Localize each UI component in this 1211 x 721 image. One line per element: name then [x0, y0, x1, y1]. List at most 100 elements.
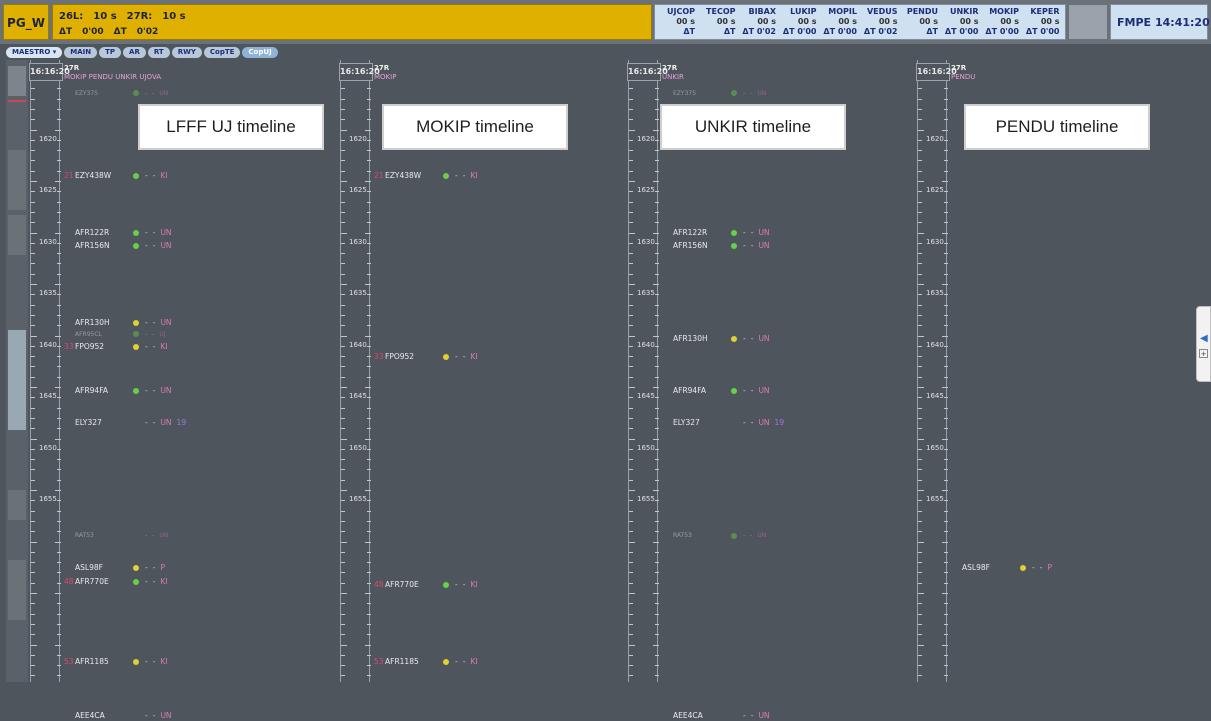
fix-panel[interactable]: UJCOP 00 s ΔT TECOP 00 s ΔT BIBAX 00 s ΔT 0'02 LU…: [654, 4, 1066, 40]
flight-label[interactable]: AFR95CL - - UJ: [64, 330, 166, 340]
scale-tick: [918, 510, 922, 512]
flight-label[interactable]: 21EZY438W - - KI: [64, 171, 168, 181]
scale-tick: [341, 263, 345, 265]
flight-label[interactable]: AFR122R - - UN: [64, 228, 172, 238]
flight-label[interactable]: RAT53- - UN: [662, 531, 766, 541]
flight-label[interactable]: AFR156N - - UN: [662, 241, 770, 251]
scale-tick: [629, 314, 633, 316]
fix-name: MOKIP: [989, 7, 1019, 16]
timeline-runway: 27R: [374, 64, 390, 72]
tab-copte[interactable]: CopTE: [203, 47, 241, 58]
time-scale[interactable]: 16:16:20 1620 1625 1630 1635 1640 1645 1650 1655: [339, 60, 380, 682]
flight-label[interactable]: 53AFR1185- - KI: [374, 657, 478, 667]
sector-label[interactable]: PG_W: [3, 4, 49, 40]
timeline-column[interactable]: 16:16:20 1620 1625 1630 1635 1640 1645 1650 1655…: [339, 60, 600, 682]
flight-label[interactable]: 48AFR770E - - KI: [374, 580, 478, 590]
dash-separator: -: [750, 386, 754, 396]
status-dot-icon: [133, 713, 139, 719]
flight-label[interactable]: 53AFR1185- - KI: [64, 657, 168, 667]
scale-tick: [944, 469, 948, 471]
scale-tick: [31, 417, 35, 419]
scale-tick: [629, 284, 635, 285]
fix-cell[interactable]: PENDU 00 s ΔT: [900, 7, 938, 39]
timeline-caption: MOKIP timeline: [382, 104, 568, 150]
fix-cell[interactable]: LUKIP 00 s ΔT 0'00: [779, 7, 817, 39]
scale-tick: [944, 417, 948, 419]
sequence-number: 33: [64, 341, 74, 351]
fix-cell[interactable]: MOPIL 00 s ΔT 0'00: [819, 7, 857, 39]
scale-tick: [341, 232, 347, 234]
fix-cell[interactable]: UJCOP 00 s ΔT: [657, 7, 695, 39]
time-scale[interactable]: 16:16:20 1620 1625 1630 1635 1640 1645 1650 1655: [29, 60, 70, 682]
flight-label[interactable]: ELY327- - UN 19: [662, 418, 784, 428]
scale-tick: [341, 510, 345, 512]
flight-label[interactable]: EZY375- - UN: [64, 89, 168, 99]
overview-viewport[interactable]: [8, 330, 26, 430]
scale-tick: [367, 531, 371, 533]
flight-label[interactable]: 48AFR770E - - KI: [64, 577, 168, 587]
flight-label[interactable]: AFR156N - - UN: [64, 241, 172, 251]
flight-label[interactable]: ASL98F - - P: [951, 563, 1052, 573]
scale-tick: [57, 294, 61, 296]
scale-tick: [31, 376, 35, 378]
flight-label[interactable]: 33FPO952- - KI: [64, 342, 168, 352]
flight-label[interactable]: AFR94FA - - UN: [64, 386, 172, 396]
flight-label[interactable]: ASL98F - - P: [64, 563, 165, 573]
scale-tick: [655, 119, 659, 121]
flight-label[interactable]: AFR122R - - UN: [662, 228, 770, 238]
timeline-column[interactable]: 16:16:20 1620 1625 1630 1635 1640 1645 1650 1655…: [916, 60, 1177, 682]
scale-tick: [341, 294, 345, 296]
flight-label[interactable]: AFR94FA - - UN: [662, 386, 770, 396]
flight-label[interactable]: AFR130H - - UN: [64, 318, 172, 328]
scale-tick: [942, 644, 948, 646]
callsign: AFR1185: [385, 657, 419, 666]
fix-cell[interactable]: BIBAX 00 s ΔT 0'02: [738, 7, 776, 39]
tab-copuj[interactable]: CopUJ: [242, 47, 278, 58]
scale-tick: [918, 654, 922, 656]
scale-tick: [341, 438, 347, 440]
scale-label: 1625: [637, 186, 655, 195]
overview-strip[interactable]: [6, 60, 28, 682]
fix-cell[interactable]: KEPER 00 s ΔT 0'00: [1022, 7, 1060, 39]
tab-main[interactable]: MAIN: [64, 47, 98, 58]
fix-cell[interactable]: VEDUS 00 s ΔT 0'02: [860, 7, 898, 39]
time-scale[interactable]: 16:16:20 1620 1625 1630 1635 1640 1645 1650 1655: [916, 60, 957, 682]
fix-cell[interactable]: MOKIP 00 s ΔT 0'00: [981, 7, 1019, 39]
tab-ar[interactable]: AR: [123, 47, 146, 58]
fix-cell[interactable]: UNKIR 00 s ΔT 0'00: [941, 7, 979, 39]
scale-label: 1655: [349, 495, 367, 504]
runway-panel[interactable]: 26L: 10 s 27R: 10 s ΔT 0'00 ΔT 0'02: [52, 4, 652, 40]
dash-separator: -: [152, 532, 155, 540]
scale-tick: [944, 201, 948, 203]
expand-icon[interactable]: +: [1199, 349, 1208, 358]
timeline-column[interactable]: 16:16:20 1620 1625 1630 1635 1640 1645 1650 1655…: [627, 60, 888, 720]
flight-label[interactable]: 33FPO952- - KI: [374, 352, 478, 362]
tab-maestro[interactable]: MAESTRO ▾: [6, 47, 63, 58]
scale-tick: [57, 314, 61, 316]
scale-tick: [944, 191, 948, 193]
flight-label[interactable]: 21EZY438W - - KI: [374, 171, 478, 181]
arrow-left-icon[interactable]: ◀: [1200, 333, 1208, 344]
flight-label[interactable]: EZY375- - UN: [662, 89, 766, 99]
side-panel-handle[interactable]: ◀ +: [1196, 306, 1211, 382]
tab-tp[interactable]: TP: [99, 47, 122, 58]
scale-tick: [341, 644, 347, 646]
scale-tick: [57, 304, 61, 306]
flight-label[interactable]: AFR130H - - UN: [662, 334, 770, 344]
tab-rwy[interactable]: RWY: [171, 47, 202, 58]
flight-label[interactable]: RAT53- - UN: [64, 531, 168, 541]
dash-separator: -: [145, 227, 148, 237]
time-scale[interactable]: 16:16:20 1620 1625 1630 1635 1640 1645 1650 1655: [627, 60, 668, 682]
flight-label[interactable]: AEE4CA - - UN: [662, 711, 770, 721]
dash-separator: -: [152, 418, 156, 428]
scale-tick: [629, 129, 635, 131]
flight-label[interactable]: AEE4CA - - UN: [64, 711, 172, 721]
scale-tick: [31, 469, 35, 471]
fix-cell[interactable]: TECOP 00 s ΔT: [698, 7, 735, 39]
timeline-column[interactable]: 16:16:20 1620 1625 1630 1635 1640 1645 1650 1655…: [29, 60, 290, 720]
tab-rt[interactable]: RT: [147, 47, 170, 58]
scale-tick: [944, 366, 948, 368]
fix-delta: ΔT 0'02: [863, 27, 898, 36]
callsign: ASL98F: [962, 563, 990, 573]
flight-label[interactable]: ELY327- - UN 19: [64, 418, 186, 428]
